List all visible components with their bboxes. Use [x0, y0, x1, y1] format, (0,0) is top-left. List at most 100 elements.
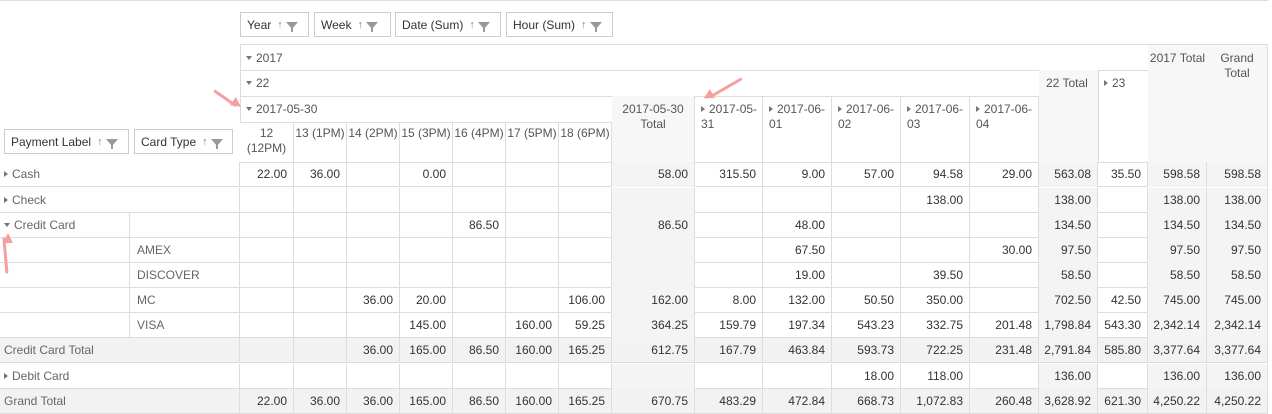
expand-caret-icon[interactable]: [907, 105, 911, 112]
data-cell: 106.00: [559, 288, 612, 313]
hour-header[interactable]: 14 (2PM): [347, 122, 400, 163]
filter-icon[interactable]: [210, 139, 223, 149]
data-cell: 3,377.64: [1207, 338, 1268, 363]
data-cell: [832, 188, 901, 213]
data-cell: [240, 338, 294, 363]
row-header[interactable]: Credit Card: [4, 213, 75, 238]
data-cell: 134.50: [1039, 213, 1098, 238]
data-cell: [400, 213, 453, 238]
date-header-collapsed[interactable]: 2017-06-04: [970, 96, 1039, 163]
date-header[interactable]: 2017-05-30: [240, 96, 613, 123]
data-cell: 598.58: [1207, 162, 1268, 187]
data-cell: [400, 263, 453, 288]
data-cell: 8.00: [695, 288, 763, 313]
data-cell: 4,250.22: [1148, 389, 1207, 414]
group-divider: [129, 213, 130, 338]
hour-header[interactable]: 12 (12PM): [240, 122, 294, 163]
data-cell: [294, 288, 347, 313]
field-date-sum[interactable]: Date (Sum) ↑: [395, 12, 501, 37]
row-header: AMEX: [137, 238, 171, 263]
data-cell: 670.75: [612, 389, 695, 414]
year-header[interactable]: 2017: [240, 44, 1149, 71]
row-header[interactable]: Cash: [4, 162, 40, 187]
grid-top-border: [0, 0, 1268, 5]
date-header-label: 2017-05-31: [701, 102, 758, 131]
data-cell: 160.00: [506, 389, 559, 414]
collapse-caret-icon[interactable]: [246, 80, 252, 85]
data-cell: 97.50: [1207, 238, 1268, 263]
filter-icon[interactable]: [365, 22, 378, 32]
row-header: VISA: [137, 313, 164, 338]
field-payment-label-text: Payment Label: [11, 134, 92, 149]
row-header-label: Credit Card Total: [4, 343, 94, 357]
data-cell: 42.50: [1098, 288, 1148, 313]
table-row: DISCOVER 19.00 39.50 58.50 58.50 58.50: [0, 263, 1268, 288]
hour-header[interactable]: 15 (3PM): [400, 122, 453, 163]
expand-caret-icon[interactable]: [976, 105, 980, 112]
data-cell: [832, 213, 901, 238]
expand-caret-icon[interactable]: [769, 105, 773, 112]
data-cell: 138.00: [901, 188, 970, 213]
date-header-collapsed[interactable]: 2017-05-31: [695, 96, 763, 163]
expand-caret-icon[interactable]: [4, 196, 8, 203]
row-header-label: AMEX: [137, 243, 172, 257]
data-cell: 4,250.22: [1207, 389, 1268, 414]
collapse-caret-icon[interactable]: [246, 55, 252, 60]
filter-icon[interactable]: [105, 139, 118, 149]
sort-arrow-icon[interactable]: ↑: [277, 19, 283, 31]
data-cell: [763, 188, 832, 213]
sort-arrow-icon[interactable]: ↑: [357, 19, 363, 31]
field-card-type-text: Card Type: [141, 134, 197, 149]
data-cell: [695, 213, 763, 238]
hour-header[interactable]: 13 (1PM): [294, 122, 347, 163]
week-header[interactable]: 22: [240, 70, 1040, 97]
hour-header[interactable]: 18 (6PM): [559, 122, 612, 163]
expand-caret-icon[interactable]: [1104, 79, 1108, 86]
data-cell: [901, 238, 970, 263]
hour-header[interactable]: 16 (4PM): [453, 122, 506, 163]
filter-icon[interactable]: [285, 22, 298, 32]
field-week[interactable]: Week ↑: [314, 12, 391, 37]
week-23-header[interactable]: 23: [1098, 70, 1149, 163]
sort-arrow-icon[interactable]: ↑: [202, 136, 208, 148]
data-cell: 563.08: [1039, 162, 1098, 187]
filter-icon[interactable]: [589, 22, 602, 32]
sort-arrow-icon[interactable]: ↑: [581, 19, 587, 31]
field-card-type[interactable]: Card Type ↑: [134, 129, 233, 154]
sort-arrow-icon[interactable]: ↑: [97, 136, 103, 148]
data-cell: [1098, 213, 1148, 238]
data-cell: [347, 213, 400, 238]
data-cell: [240, 238, 294, 263]
field-year-label: Year: [247, 17, 272, 32]
data-cell: [763, 364, 832, 389]
row-header[interactable]: Check: [4, 188, 46, 213]
row-header-label: DISCOVER: [137, 268, 200, 282]
data-cell: 1,798.84: [1039, 313, 1098, 338]
data-cell: 132.00: [763, 288, 832, 313]
date-header-collapsed[interactable]: 2017-06-03: [901, 96, 970, 163]
expand-caret-icon[interactable]: [838, 105, 842, 112]
expand-caret-icon[interactable]: [4, 170, 8, 177]
field-year[interactable]: Year ↑: [240, 12, 309, 37]
collapse-caret-icon[interactable]: [4, 222, 10, 227]
row-header-label: Check: [12, 193, 47, 207]
row-header-label: Credit Card: [14, 218, 76, 232]
hour-header[interactable]: 17 (5PM): [506, 122, 559, 163]
filter-icon[interactable]: [477, 22, 490, 32]
expand-caret-icon[interactable]: [4, 372, 8, 379]
field-payment-label[interactable]: Payment Label ↑: [4, 129, 129, 154]
row-header[interactable]: Debit Card: [4, 364, 69, 389]
collapse-caret-icon[interactable]: [246, 106, 252, 111]
date-header-collapsed[interactable]: 2017-06-02: [832, 96, 901, 163]
data-cell: 118.00: [901, 364, 970, 389]
data-cell: 332.75: [901, 313, 970, 338]
sort-arrow-icon[interactable]: ↑: [469, 19, 475, 31]
data-cell: 0.00: [400, 162, 453, 187]
field-hour-sum[interactable]: Hour (Sum) ↑: [506, 12, 613, 37]
data-cell: 22.00: [240, 389, 294, 414]
data-cell: 165.25: [559, 389, 612, 414]
expand-caret-icon[interactable]: [701, 105, 705, 112]
data-cell: 145.00: [400, 313, 453, 338]
row-header: DISCOVER: [137, 263, 200, 288]
date-header-collapsed[interactable]: 2017-06-01: [763, 96, 832, 163]
